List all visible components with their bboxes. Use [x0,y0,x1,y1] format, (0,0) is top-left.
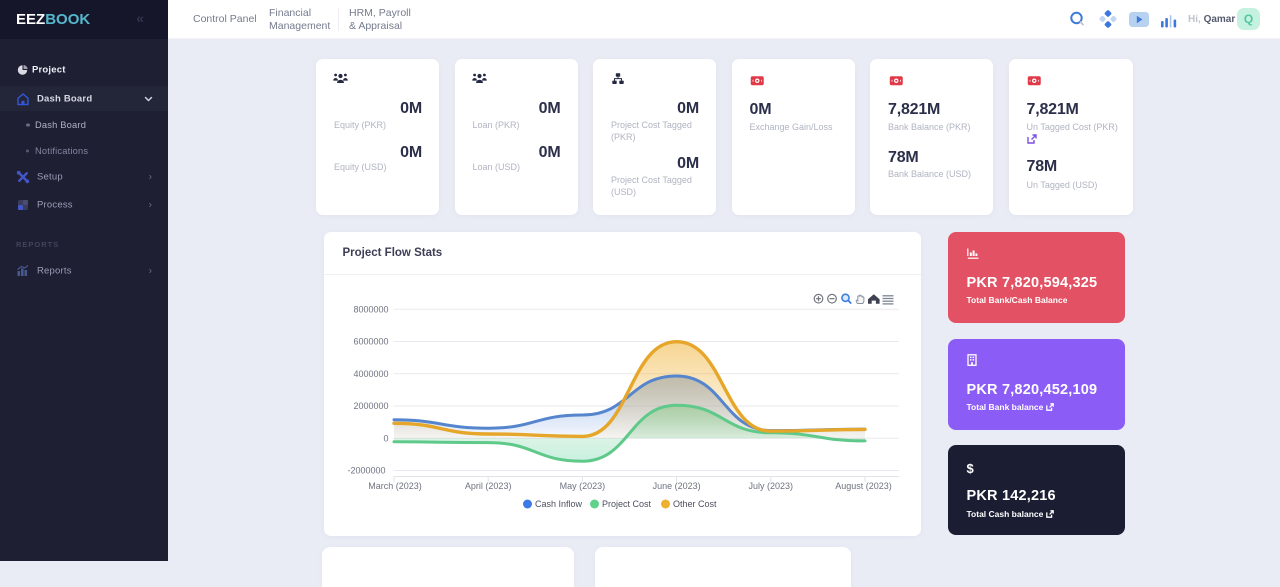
svg-text:August (2023): August (2023) [835,481,892,491]
svg-text:-2000000: -2000000 [347,466,385,476]
svg-text:Cash Inflow: Cash Inflow [535,499,583,509]
svg-text:June (2023): June (2023) [652,481,700,491]
svg-text:Other Cost: Other Cost [673,499,717,509]
svg-text:0: 0 [383,433,388,443]
svg-text:4000000: 4000000 [353,369,388,379]
svg-text:Project Cost: Project Cost [602,499,652,509]
svg-text:March (2023): March (2023) [368,481,422,491]
svg-text:May (2023): May (2023) [559,481,605,491]
svg-text:April (2023): April (2023) [464,481,511,491]
svg-text:July (2023): July (2023) [748,481,793,491]
svg-text:8000000: 8000000 [353,304,388,314]
svg-text:2000000: 2000000 [353,401,388,411]
svg-text:6000000: 6000000 [353,337,388,347]
